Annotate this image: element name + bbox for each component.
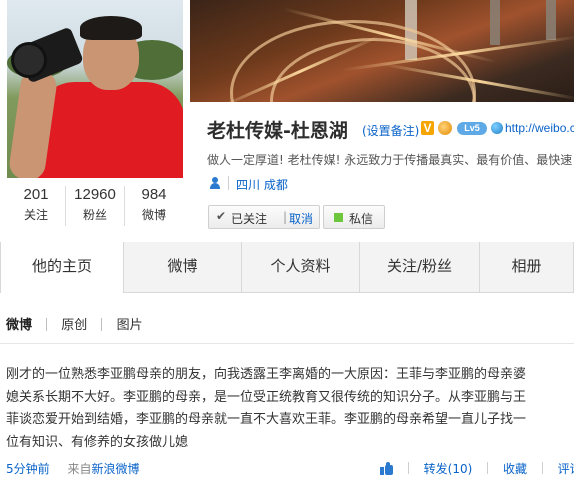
profile-name: 老杜传媒-杜恩湖: [207, 120, 348, 142]
homepage-link[interactable]: http://weibo.com: [505, 121, 574, 135]
followed-label: 已关注: [231, 212, 268, 226]
post-line: 媳关系长期不大好。李亚鹏的母亲，是一位受正统教育又很传统的知识分子。从李亚鹏与王: [6, 389, 527, 405]
stat-followers-label: 粉丝: [82, 208, 107, 222]
tab-album[interactable]: 相册: [480, 242, 574, 292]
stat-posts-label: 微博: [141, 208, 166, 222]
heart-badge-icon[interactable]: [438, 121, 452, 135]
post-content: 刚才的一位熟悉李亚鹏母亲的朋友，向我透露王李离婚的一大原因：王菲与李亚鹏的母亲婆…: [6, 364, 572, 454]
person-icon: [209, 177, 221, 190]
profile-bio: 做人一定厚道! 老杜传媒! 永远致力于传播最真实、最有价值、最快速: [207, 153, 573, 167]
private-message-label: 私信: [349, 212, 374, 226]
comment-button[interactable]: 评论(4): [558, 462, 574, 476]
tab-weibo[interactable]: 微博: [124, 242, 242, 292]
filter-divider: [46, 318, 48, 331]
private-message-button[interactable]: 私信: [323, 205, 385, 229]
post-line: 菲谈恋爱开始到结婚，李亚鹏的母亲就一直不大喜欢王菲。李亚鹏的母亲希望一直儿子找一: [6, 412, 527, 427]
filter-pictures[interactable]: 图片: [117, 314, 143, 333]
post-time-link[interactable]: 5分钟前: [6, 462, 50, 476]
follow-separator: |: [283, 210, 288, 224]
profile-stats: 201 关注 12960 粉丝 984 微博: [7, 186, 183, 226]
stat-following[interactable]: 201 关注: [7, 186, 65, 226]
level-badge-icon[interactable]: Lv5: [457, 122, 487, 135]
filter-all[interactable]: 微博: [6, 314, 32, 333]
action-divider: [407, 462, 409, 474]
filter-divider-line: [0, 343, 574, 344]
action-divider: [487, 462, 489, 474]
feed-filter: 微博 原创 图片: [6, 314, 143, 333]
favorite-button[interactable]: 收藏: [503, 462, 527, 476]
post-line: 位有知识、有修养的女孩做儿媳: [6, 434, 189, 450]
profile-tabs: 他的主页 微博 个人资料 关注/粉丝 相册: [0, 242, 574, 293]
post-line: 刚才的一位熟悉李亚鹏母亲的朋友，向我透露王李离婚的一大原因：王菲与李亚鹏的母亲婆: [6, 367, 527, 382]
stat-followers[interactable]: 12960 粉丝: [65, 186, 124, 226]
stat-following-label: 关注: [23, 208, 48, 222]
post-actions: 转发(10) 收藏 评论(4): [380, 460, 574, 477]
stat-posts-count: 984: [141, 186, 167, 203]
post-source-link[interactable]: 新浪微博: [91, 462, 139, 476]
tab-follow-fans[interactable]: 关注/粉丝: [360, 242, 480, 292]
avatar[interactable]: [7, 0, 183, 178]
homepage-icon: [491, 122, 503, 134]
filter-divider: [101, 318, 103, 331]
post-meta: 5分钟前 来自新浪微博: [6, 460, 140, 477]
follow-status-button: ✔ 已关注 | 取消: [208, 205, 320, 229]
repost-button[interactable]: 转发(10): [424, 462, 473, 476]
avatar-shirt: [35, 82, 183, 178]
location-divider: [228, 176, 229, 190]
stat-posts[interactable]: 984 微博: [124, 186, 183, 226]
tab-profile-info[interactable]: 个人资料: [242, 242, 360, 292]
post-source-prefix: 来自: [67, 462, 92, 476]
check-icon: ✔: [216, 209, 227, 223]
location-link[interactable]: 四川 成都: [236, 176, 288, 193]
message-icon: [334, 213, 343, 222]
stat-followers-count: 12960: [74, 186, 116, 203]
verified-icon[interactable]: V: [421, 121, 434, 135]
unfollow-button[interactable]: 取消: [289, 210, 313, 227]
profile-cover-banner: [190, 0, 574, 102]
like-icon[interactable]: [380, 462, 393, 475]
tab-home[interactable]: 他的主页: [0, 242, 124, 293]
stat-following-count: 201: [23, 186, 49, 203]
action-divider: [541, 462, 543, 474]
set-remark-link[interactable]: (设置备注): [362, 122, 419, 139]
filter-original[interactable]: 原创: [61, 314, 87, 333]
